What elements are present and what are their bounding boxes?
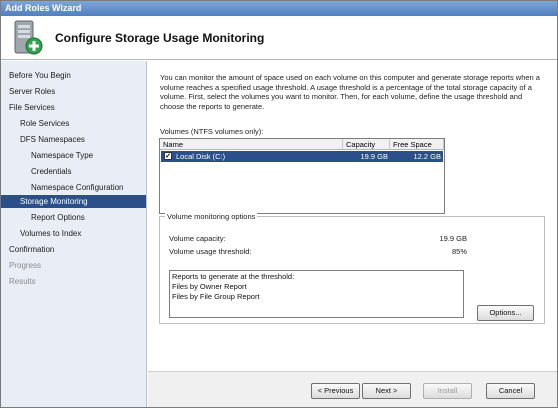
volume-name: Local Disk (C:) bbox=[176, 152, 226, 161]
volume-monitoring-options: Volume monitoring options Volume capacit… bbox=[159, 212, 545, 324]
group-legend: Volume monitoring options bbox=[165, 212, 258, 221]
server-roles-icon bbox=[14, 20, 43, 55]
sidebar-item-volumes-to-index[interactable]: Volumes to Index bbox=[20, 227, 81, 240]
sidebar-item-file-services[interactable]: File Services bbox=[9, 101, 55, 114]
reports-list[interactable]: Reports to generate at the threshold: Fi… bbox=[169, 270, 464, 318]
sidebar-item-role-services[interactable]: Role Services bbox=[20, 117, 69, 130]
volumes-label: Volumes (NTFS volumes only): bbox=[160, 127, 264, 136]
sidebar-item-confirmation[interactable]: Confirmation bbox=[9, 243, 54, 256]
sidebar-item-dfs-namespaces[interactable]: DFS Namespaces bbox=[20, 133, 85, 146]
sidebar-item-before-you-begin[interactable]: Before You Begin bbox=[9, 69, 71, 82]
column-header-free-space[interactable]: Free Space bbox=[390, 139, 444, 150]
list-item[interactable]: Files by Owner Report bbox=[172, 282, 247, 291]
previous-button[interactable]: < Previous bbox=[311, 383, 360, 399]
sidebar-item-progress: Progress bbox=[9, 261, 42, 270]
reports-label: Reports to generate at the threshold: bbox=[172, 272, 295, 281]
sidebar-item-namespace-type[interactable]: Namespace Type bbox=[31, 149, 93, 162]
window-title: Add Roles Wizard bbox=[5, 3, 82, 13]
title-bar[interactable]: Add Roles Wizard bbox=[1, 1, 557, 16]
cancel-button[interactable]: Cancel bbox=[486, 383, 535, 399]
capacity-value: 19.9 GB bbox=[439, 234, 467, 243]
capacity-label: Volume capacity: bbox=[169, 234, 226, 243]
list-item[interactable]: Files by File Group Report bbox=[172, 292, 260, 301]
volume-checkbox[interactable]: ✓ bbox=[164, 152, 172, 160]
column-header-name[interactable]: Name bbox=[160, 139, 343, 150]
sidebar-item-credentials[interactable]: Credentials bbox=[31, 165, 71, 178]
sidebar-item-server-roles[interactable]: Server Roles bbox=[9, 85, 55, 98]
threshold-value: 85% bbox=[451, 247, 467, 256]
page-title: Configure Storage Usage Monitoring bbox=[55, 31, 265, 45]
volumes-table[interactable]: Name Capacity Free Space ✓ Local Disk (C… bbox=[159, 138, 445, 214]
wizard-sidebar: Before You Begin Server Roles File Servi… bbox=[1, 61, 147, 407]
table-header: Name Capacity Free Space bbox=[160, 139, 444, 150]
table-row[interactable]: ✓ Local Disk (C:) 19.9 GB 12.2 GB bbox=[161, 151, 443, 162]
sidebar-item-storage-monitoring[interactable]: Storage Monitoring bbox=[1, 195, 146, 208]
wizard-window: Add Roles Wizard Configure Storage Usage… bbox=[0, 0, 558, 408]
wizard-content: You can monitor the amount of space used… bbox=[148, 61, 557, 371]
column-header-capacity[interactable]: Capacity bbox=[343, 139, 390, 150]
threshold-label: Volume usage threshold: bbox=[169, 247, 252, 256]
volume-capacity: 19.9 GB bbox=[360, 152, 388, 161]
wizard-header: Configure Storage Usage Monitoring bbox=[1, 16, 557, 60]
sidebar-item-namespace-configuration[interactable]: Namespace Configuration bbox=[31, 181, 124, 194]
intro-text: You can monitor the amount of space used… bbox=[160, 73, 540, 111]
install-button: Install bbox=[423, 383, 472, 399]
sidebar-item-report-options[interactable]: Report Options bbox=[31, 211, 85, 224]
next-button[interactable]: Next > bbox=[362, 383, 411, 399]
sidebar-item-results: Results bbox=[9, 277, 36, 286]
options-button[interactable]: Options... bbox=[477, 305, 534, 321]
wizard-footer: < Previous Next > Install Cancel bbox=[148, 371, 557, 407]
volume-free-space: 12.2 GB bbox=[413, 152, 441, 161]
